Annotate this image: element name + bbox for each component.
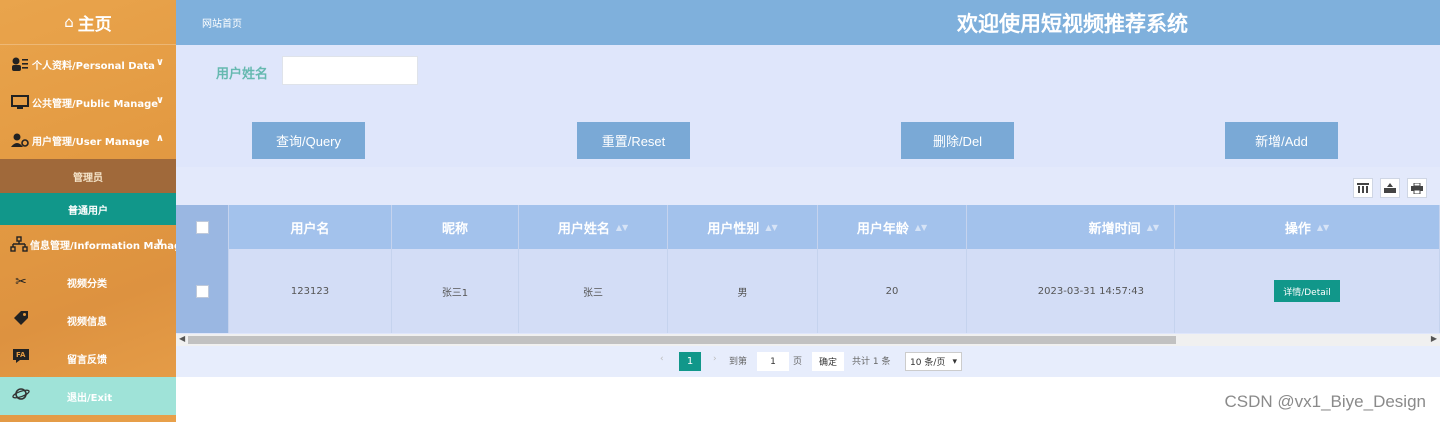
tag-icon xyxy=(10,310,32,330)
cell-gender: 男 xyxy=(668,249,818,333)
page-suffix: 页 xyxy=(793,357,803,367)
home-icon: ⌂ xyxy=(64,13,74,31)
goto-prefix: 到第 xyxy=(729,357,748,367)
scrollbar-thumb[interactable] xyxy=(188,336,1176,344)
page-number-current[interactable]: 1 xyxy=(679,352,701,371)
total-count: 共计 1 条 xyxy=(852,357,891,367)
sidebar-subitem-normal-user[interactable]: 普通用户 xyxy=(0,193,176,225)
columns-icon[interactable] xyxy=(1353,178,1373,198)
detail-button[interactable]: 详情/Detail xyxy=(1274,280,1340,302)
chevron-down-icon: ∨ xyxy=(155,95,164,106)
column-header-label: 用户姓名 xyxy=(557,221,610,237)
table-row: 123123 张三1 张三 男 20 2023-03-31 14:57:43 详… xyxy=(176,249,1440,333)
column-header-label: 新增时间 xyxy=(1088,221,1141,237)
sidebar-subitem-label: 视频分类 xyxy=(67,278,107,290)
table-header: 用户名 昵称 用户姓名 ▲▼ 用户性别 ▲▼ 用户年龄 ▲▼ 新增时间 ▲▼ 操作 ▲▼ xyxy=(176,205,1440,249)
chevron-down-icon: ∨ xyxy=(155,57,164,68)
data-table: 用户名 昵称 用户姓名 ▲▼ 用户性别 ▲▼ 用户年龄 ▲▼ 新增时间 ▲▼ 操作 ▲▼ xyxy=(176,205,1440,335)
cell-created: 2023-03-31 14:57:43 xyxy=(967,249,1175,333)
planet-icon xyxy=(10,386,32,406)
page-size-value: 10 条/页 xyxy=(910,358,946,368)
sort-icon: ▲▼ xyxy=(1146,222,1159,232)
horizontal-scrollbar[interactable]: ◀ ▶ xyxy=(176,334,1440,346)
toolbar-band xyxy=(176,167,1440,205)
sidebar-subitem-feedback[interactable]: FA 留言反馈 xyxy=(0,339,176,377)
column-header-action[interactable]: 操作 ▲▼ xyxy=(1175,205,1440,249)
cell-username: 123123 xyxy=(229,249,392,333)
watermark: CSDN @vx1_Biye_Design xyxy=(1224,392,1426,411)
pagination: ‹ 1 › 到第 1 页 确定 共计 1 条 10 条/页 ▾ xyxy=(176,346,1440,377)
tools-icon: ✂ xyxy=(15,274,27,290)
sidebar-subitem-label: 留言反馈 xyxy=(67,354,107,366)
search-label: 用户姓名 xyxy=(216,67,269,82)
sidebar-item-exit[interactable]: 退出/Exit xyxy=(0,377,176,415)
column-header-nickname[interactable]: 昵称 xyxy=(392,205,519,249)
print-icon[interactable] xyxy=(1407,178,1427,198)
column-header-label: 用户性别 xyxy=(707,221,760,237)
chevron-down-icon: ▾ xyxy=(952,356,957,367)
column-header-username[interactable]: 用户名 xyxy=(229,205,392,249)
sidebar: ⌂ 主页 个人资料/Personal Data ∨ 公共管理/Public Ma… xyxy=(0,0,188,422)
sidebar-subitem-video-info[interactable]: 视频信息 xyxy=(0,301,176,339)
sitemap-icon xyxy=(10,236,28,252)
sidebar-item-exit-label: 退出/Exit xyxy=(67,392,113,404)
cell-realname: 张三 xyxy=(519,249,668,333)
column-header-label: 用户年龄 xyxy=(856,221,909,237)
sidebar-subitem-video-category[interactable]: ✂ 视频分类 xyxy=(0,263,176,301)
add-button[interactable]: 新增/Add xyxy=(1225,122,1338,159)
cell-action: 详情/Detail xyxy=(1175,249,1440,333)
row-checkbox[interactable] xyxy=(195,284,209,298)
prev-page-icon[interactable]: ‹ xyxy=(660,354,664,364)
message-icon: FA xyxy=(10,349,32,367)
monitor-icon xyxy=(10,94,30,110)
row-checkbox-cell xyxy=(176,249,229,333)
sort-icon: ▲▼ xyxy=(1316,222,1330,232)
sidebar-item-public-manage[interactable]: 公共管理/Public Manage ∨ xyxy=(0,83,176,121)
column-header-label: 用户名 xyxy=(290,221,330,237)
sort-icon: ▲▼ xyxy=(615,222,629,232)
column-header-realname[interactable]: 用户姓名 ▲▼ xyxy=(519,205,668,249)
chevron-down-icon: ∨ xyxy=(155,237,164,248)
user-card-icon xyxy=(10,56,30,72)
top-header: 网站首页 欢迎使用短视频推荐系统 xyxy=(176,0,1440,45)
sidebar-item-label: 个人资料/Personal Data xyxy=(32,60,155,72)
export-icon[interactable] xyxy=(1380,178,1400,198)
sidebar-item-user-manage[interactable]: 用户管理/User Manage ∧ xyxy=(0,121,176,159)
sort-icon: ▲▼ xyxy=(914,222,928,232)
column-header-label: 操作 xyxy=(1284,221,1311,237)
query-button[interactable]: 查询/Query xyxy=(252,122,365,159)
reset-button[interactable]: 重置/Reset xyxy=(577,122,690,159)
scroll-left-icon[interactable]: ◀ xyxy=(179,334,185,343)
sidebar-subitem-label: 视频信息 xyxy=(67,316,107,328)
page-title: 欢迎使用短视频推荐系统 xyxy=(957,12,1188,36)
sidebar-item-label: 公共管理/Public Manage xyxy=(32,98,159,110)
sidebar-item-personal-data[interactable]: 个人资料/Personal Data ∨ xyxy=(0,45,176,83)
chevron-up-icon: ∧ xyxy=(155,133,164,144)
sort-icon: ▲▼ xyxy=(765,222,778,232)
goto-page-input[interactable]: 1 xyxy=(757,352,789,371)
home-label: 主页 xyxy=(77,14,112,35)
main-content: 用户姓名 查询/Query 重置/Reset 删除/Del 新增/Add 用户名… xyxy=(176,45,1440,377)
next-page-icon[interactable]: › xyxy=(713,354,717,364)
header-checkbox-cell xyxy=(176,205,229,249)
sidebar-subitem-admin[interactable]: 管理员 xyxy=(0,159,176,193)
column-header-gender[interactable]: 用户性别 ▲▼ xyxy=(668,205,818,249)
user-gear-icon xyxy=(10,132,30,148)
page-size-select[interactable]: 10 条/页 ▾ xyxy=(905,352,962,371)
column-header-created[interactable]: 新增时间 ▲▼ xyxy=(967,205,1175,249)
sidebar-item-label: 信息管理/Information Manage xyxy=(30,240,188,252)
delete-button[interactable]: 删除/Del xyxy=(901,122,1014,159)
cell-nickname: 张三1 xyxy=(392,249,519,333)
column-header-label: 昵称 xyxy=(441,221,468,237)
sidebar-item-information-manage[interactable]: 信息管理/Information Manage ∨ xyxy=(0,225,188,263)
sidebar-item-label: 用户管理/User Manage xyxy=(32,136,150,148)
cell-age: 20 xyxy=(818,249,967,333)
svg-text:FA: FA xyxy=(16,351,26,359)
home-link[interactable]: ⌂ 主页 xyxy=(0,0,176,45)
scroll-right-icon[interactable]: ▶ xyxy=(1431,334,1437,343)
goto-confirm-button[interactable]: 确定 xyxy=(812,352,844,371)
username-search-input[interactable] xyxy=(282,56,418,85)
select-all-checkbox[interactable] xyxy=(195,220,209,234)
column-header-age[interactable]: 用户年龄 ▲▼ xyxy=(818,205,967,249)
